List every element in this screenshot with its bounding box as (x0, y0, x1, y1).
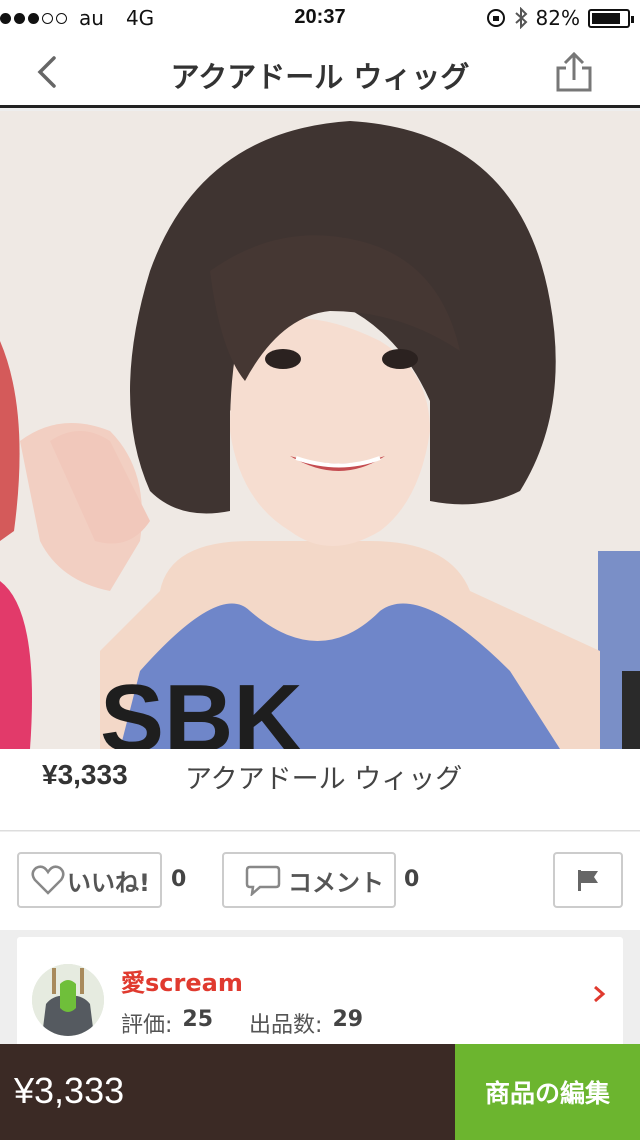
seller-stats: 評価: 25 出品数: 29 (121, 1007, 363, 1039)
listings-label: 出品数: (249, 1013, 323, 1038)
heart-icon (31, 865, 65, 895)
seller-card[interactable]: 愛scream 評価: 25 出品数: 29 (17, 937, 623, 1047)
like-count: 0 (171, 867, 187, 892)
action-bar: いいね! 0 コメント 0 (0, 832, 640, 930)
like-button[interactable]: いいね! (17, 852, 162, 908)
battery-percent: 82% (535, 6, 580, 30)
comment-button[interactable]: コメント (222, 852, 396, 908)
nav-bar: アクアドール ウィッグ (0, 36, 640, 108)
product-image-overlay-text: SBK (100, 665, 303, 749)
listings-value: 29 (332, 1007, 364, 1032)
bluetooth-icon (514, 7, 527, 29)
status-bar: au 4G 20:37 82% (0, 0, 640, 36)
rotation-lock-icon (486, 9, 505, 27)
bottom-bar: ¥3,333 商品の編集 (0, 1044, 640, 1140)
share-icon[interactable] (552, 50, 596, 94)
seller-avatar (32, 964, 104, 1036)
comment-label: コメント (288, 868, 384, 897)
battery-fill (592, 12, 620, 24)
report-button[interactable] (553, 852, 623, 908)
bottom-price: ¥3,333 (14, 1070, 125, 1111)
chevron-right-icon (594, 985, 606, 1003)
product-name: アクアドール ウィッグ (185, 764, 463, 795)
battery-icon (588, 8, 634, 28)
page-title: アクアドール ウィッグ (170, 60, 470, 94)
rating-value: 25 (182, 1007, 214, 1032)
seller-name: 愛scream (121, 969, 243, 997)
product-photo-illustration: SBK (0, 111, 640, 749)
flag-icon (578, 870, 598, 891)
like-label: いいね! (67, 868, 150, 897)
product-price: ¥3,333 (42, 759, 128, 790)
status-right: 82% (486, 6, 634, 30)
speech-bubble-icon (245, 865, 281, 896)
rating-label: 評価: (121, 1013, 173, 1038)
edit-item-button[interactable]: 商品の編集 (455, 1044, 640, 1140)
comment-count: 0 (404, 867, 420, 892)
product-summary: ¥3,333 アクアドール ウィッグ (0, 749, 640, 831)
product-image[interactable]: SBK (0, 111, 640, 749)
avatar-illustration (32, 964, 104, 1036)
